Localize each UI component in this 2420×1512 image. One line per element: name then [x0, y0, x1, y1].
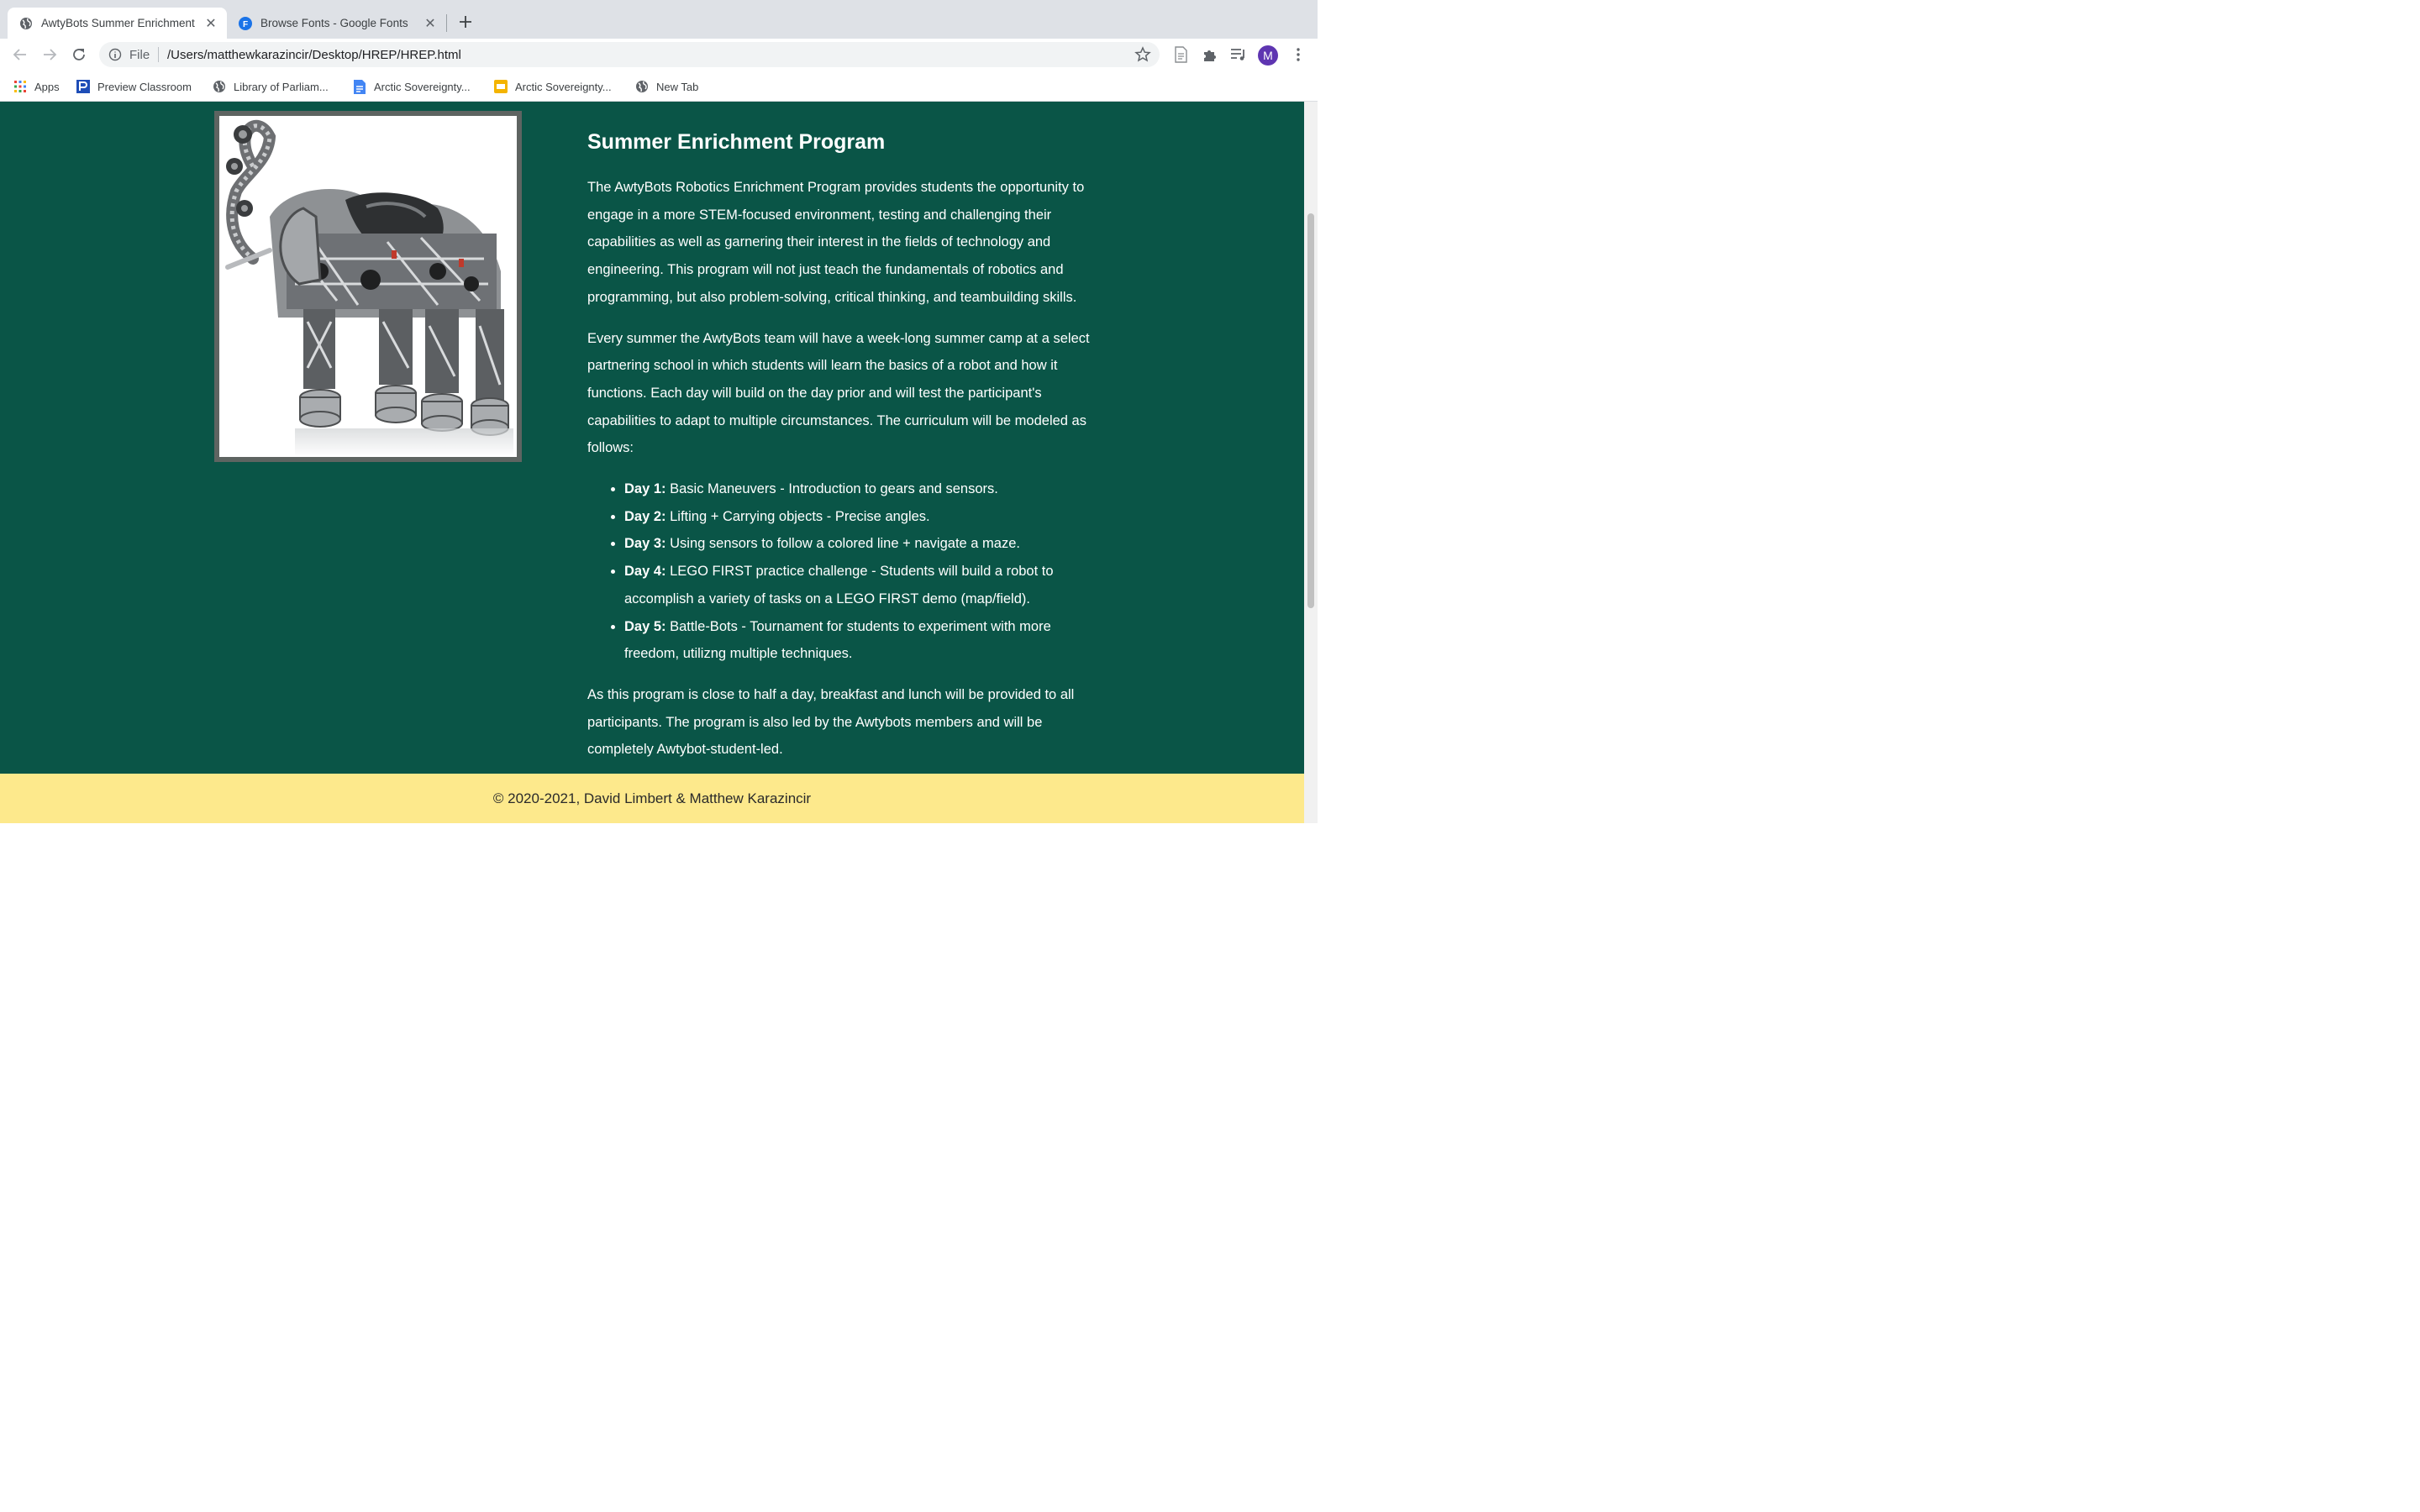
list-item: Day 2: Lifting + Carrying objects - Prec…	[624, 503, 1092, 531]
day-label: Day 1:	[624, 481, 666, 497]
day-label: Day 3:	[624, 536, 666, 552]
reading-mode-icon[interactable]	[1172, 46, 1189, 63]
list-item: Day 5: Battle-Bots - Tournament for stud…	[624, 613, 1092, 668]
day-label: Day 5:	[624, 618, 666, 634]
bookmark-star-icon[interactable]	[1134, 46, 1151, 63]
day-description: Battle-Bots - Tournament for students to…	[624, 618, 1051, 662]
menu-kebab-icon[interactable]	[1290, 46, 1307, 63]
page-viewport: Summer Enrichment Program The AwtyBots R…	[0, 102, 1304, 823]
copyright-text: © 2020-2021, David Limbert & Matthew Kar…	[492, 790, 812, 806]
tab-awtybots[interactable]: AwtyBots Summer Enrichment ✕	[8, 8, 227, 39]
globe-icon	[213, 80, 226, 93]
close-tab-icon[interactable]: ✕	[424, 17, 437, 31]
page-footer: © 2020-2021, David Limbert & Matthew Kar…	[0, 774, 1304, 823]
day-label: Day 2:	[624, 508, 666, 524]
bookmarks-bar: Apps Preview Classroom Library of Parlia…	[0, 71, 1318, 102]
summer-camp-paragraph: Every summer the AwtyBots team will have…	[587, 330, 1090, 456]
list-item: Day 4: LEGO FIRST practice challenge - S…	[624, 558, 1092, 612]
reload-icon	[73, 49, 85, 60]
list-item: Day 3: Using sensors to follow a colored…	[624, 530, 1092, 558]
omnibox-divider	[158, 47, 159, 62]
bookmark-label: Arctic Sovereignty...	[374, 80, 471, 93]
forward-arrow-icon	[44, 49, 57, 60]
scrollbar-thumb[interactable]	[1307, 213, 1314, 608]
forward-button[interactable]	[39, 44, 60, 66]
address-bar[interactable]: File /Users/matthewkarazincir/Desktop/HR…	[99, 42, 1160, 67]
url-text[interactable]: /Users/matthewkarazincir/Desktop/HREP/HR…	[167, 48, 461, 62]
program-article: Summer Enrichment Program The AwtyBots R…	[587, 125, 1092, 777]
bookmark-arctic-sovereignty-slides[interactable]: Arctic Sovereignty...	[494, 79, 612, 94]
bookmark-label: Apps	[34, 80, 60, 93]
curriculum-list: Day 1: Basic Maneuvers - Introduction to…	[587, 475, 1092, 668]
google-slides-icon	[494, 80, 508, 93]
intro-paragraph: The AwtyBots Robotics Enrichment Program…	[587, 180, 1085, 305]
google-docs-icon	[353, 79, 366, 94]
bookmark-arctic-sovereignty-doc[interactable]: Arctic Sovereignty...	[353, 79, 471, 94]
apps-grid-icon	[13, 80, 27, 93]
bookmark-label: New Tab	[656, 80, 699, 93]
lego-robot-elephant-image	[214, 111, 522, 462]
url-scheme: File	[129, 48, 150, 62]
google-fonts-letter: F	[243, 20, 248, 29]
profile-avatar[interactable]: M	[1258, 45, 1278, 66]
bookmark-label: Preview Classroom	[97, 80, 192, 93]
new-tab-button[interactable]	[456, 13, 475, 31]
day-description: LEGO FIRST practice challenge - Students…	[624, 564, 1054, 606]
browser-toolbar: File /Users/matthewkarazincir/Desktop/HR…	[0, 39, 1318, 71]
list-item: Day 1: Basic Maneuvers - Introduction to…	[624, 475, 1092, 503]
globe-icon	[635, 80, 649, 93]
tab-divider	[446, 14, 447, 32]
back-button[interactable]	[9, 44, 31, 66]
bookmark-library-of-parliament[interactable]: Library of Parliam...	[213, 79, 329, 94]
plus-icon	[460, 16, 471, 28]
globe-icon	[19, 17, 33, 30]
google-fonts-icon: F	[239, 16, 252, 30]
day-label: Day 4:	[624, 564, 666, 580]
day-description: Using sensors to follow a colored line +…	[670, 536, 1020, 552]
media-queue-icon[interactable]	[1230, 46, 1247, 63]
tab-strip: AwtyBots Summer Enrichment ✕ F Browse Fo…	[0, 0, 1318, 39]
extensions-puzzle-icon[interactable]	[1202, 46, 1218, 63]
info-icon[interactable]	[108, 48, 122, 61]
back-arrow-icon	[13, 49, 26, 60]
p-logo-icon	[76, 80, 90, 93]
day-description: Lifting + Carrying objects - Precise ang…	[670, 508, 930, 524]
bookmark-label: Library of Parliam...	[234, 80, 329, 93]
bookmark-new-tab[interactable]: New Tab	[635, 79, 698, 94]
tab-google-fonts[interactable]: F Browse Fonts - Google Fonts ✕	[227, 8, 447, 39]
day-description: Basic Maneuvers - Introduction to gears …	[670, 481, 998, 497]
close-tab-icon[interactable]: ✕	[204, 17, 218, 31]
bookmark-preview-classroom[interactable]: Preview Classroom	[76, 79, 192, 94]
reload-button[interactable]	[68, 44, 90, 66]
page-title: Summer Enrichment Program	[587, 130, 886, 154]
closing-paragraph: As this program is close to half a day, …	[587, 686, 1075, 758]
bookmark-apps[interactable]: Apps	[13, 79, 60, 94]
tab-title: Browse Fonts - Google Fonts	[260, 17, 408, 29]
bookmark-label: Arctic Sovereignty...	[515, 80, 612, 93]
tab-title: AwtyBots Summer Enrichment	[41, 17, 195, 29]
